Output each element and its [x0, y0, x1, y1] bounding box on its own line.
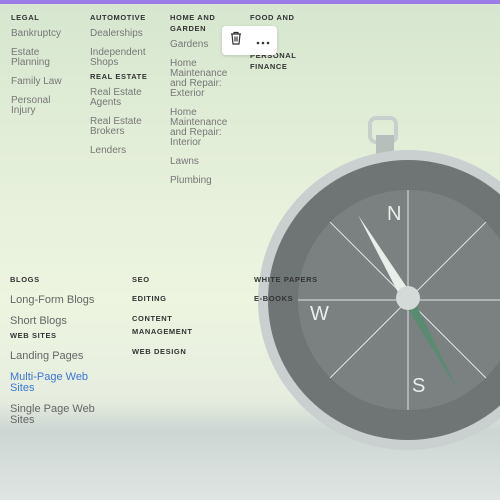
- link-home-maintenance-interior[interactable]: Home Maintenance and Repair: Interior: [170, 108, 232, 148]
- menu-column-legal: Legal Bankruptcy Estate Planning Family …: [11, 12, 81, 125]
- link-long-form-blogs[interactable]: Long-Form Blogs: [10, 295, 110, 306]
- link-multi-page-web-sites[interactable]: Multi-Page Web Sites: [10, 372, 95, 394]
- heading-automotive: Automotive: [90, 13, 146, 22]
- link-independent-shops[interactable]: Independent Shops: [90, 48, 150, 68]
- heading-white-papers: White Papers: [254, 275, 318, 284]
- link-home-maintenance-exterior[interactable]: Home Maintenance and Repair: Exterior: [170, 59, 232, 99]
- link-landing-pages[interactable]: Landing Pages: [10, 351, 110, 362]
- heading-content-management: Content Management: [132, 314, 193, 336]
- heading-legal: Legal: [11, 13, 40, 22]
- trash-icon[interactable]: [229, 31, 243, 50]
- block-toolbar: [222, 26, 277, 55]
- heading-home-and-garden: Home and Garden: [170, 13, 216, 33]
- link-lawns[interactable]: Lawns: [170, 157, 232, 167]
- heading-web-design: Web Design: [132, 347, 187, 356]
- more-horizontal-icon[interactable]: [256, 32, 270, 50]
- link-real-estate-brokers[interactable]: Real Estate Brokers: [90, 117, 150, 137]
- selection-top-border: [0, 0, 500, 4]
- link-short-blogs[interactable]: Short Blogs: [10, 316, 110, 327]
- link-plumbing[interactable]: Plumbing: [170, 176, 232, 186]
- heading-seo: SEO: [132, 275, 150, 284]
- link-personal-injury[interactable]: Personal Injury: [11, 96, 56, 116]
- heading-web-sites: Web Sites: [10, 331, 57, 340]
- link-dealerships[interactable]: Dealerships: [90, 29, 165, 39]
- svg-text:N: N: [387, 203, 401, 225]
- link-bankruptcy[interactable]: Bankruptcy: [11, 29, 81, 39]
- heading-blogs: Blogs: [10, 275, 40, 284]
- link-family-law[interactable]: Family Law: [11, 77, 81, 87]
- link-lenders[interactable]: Lenders: [90, 146, 165, 156]
- menu-column-automotive: Automotive Dealerships Independent Shops…: [90, 12, 165, 165]
- menu-column-seo: SEO Editing Content Management Web Desig…: [132, 274, 212, 363]
- svg-text:S: S: [412, 375, 425, 397]
- menu-column-white-papers: White Papers E-Books: [254, 274, 344, 310]
- link-estate-planning[interactable]: Estate Planning: [11, 48, 56, 68]
- link-single-page-web-sites[interactable]: Single Page Web Sites: [10, 404, 100, 426]
- heading-editing: Editing: [132, 294, 167, 303]
- heading-real-estate: Real Estate: [90, 72, 148, 81]
- link-real-estate-agents[interactable]: Real Estate Agents: [90, 88, 150, 108]
- menu-column-blogs: Blogs Long-Form Blogs Short Blogs Web Si…: [10, 274, 110, 436]
- heading-e-books: E-Books: [254, 294, 294, 303]
